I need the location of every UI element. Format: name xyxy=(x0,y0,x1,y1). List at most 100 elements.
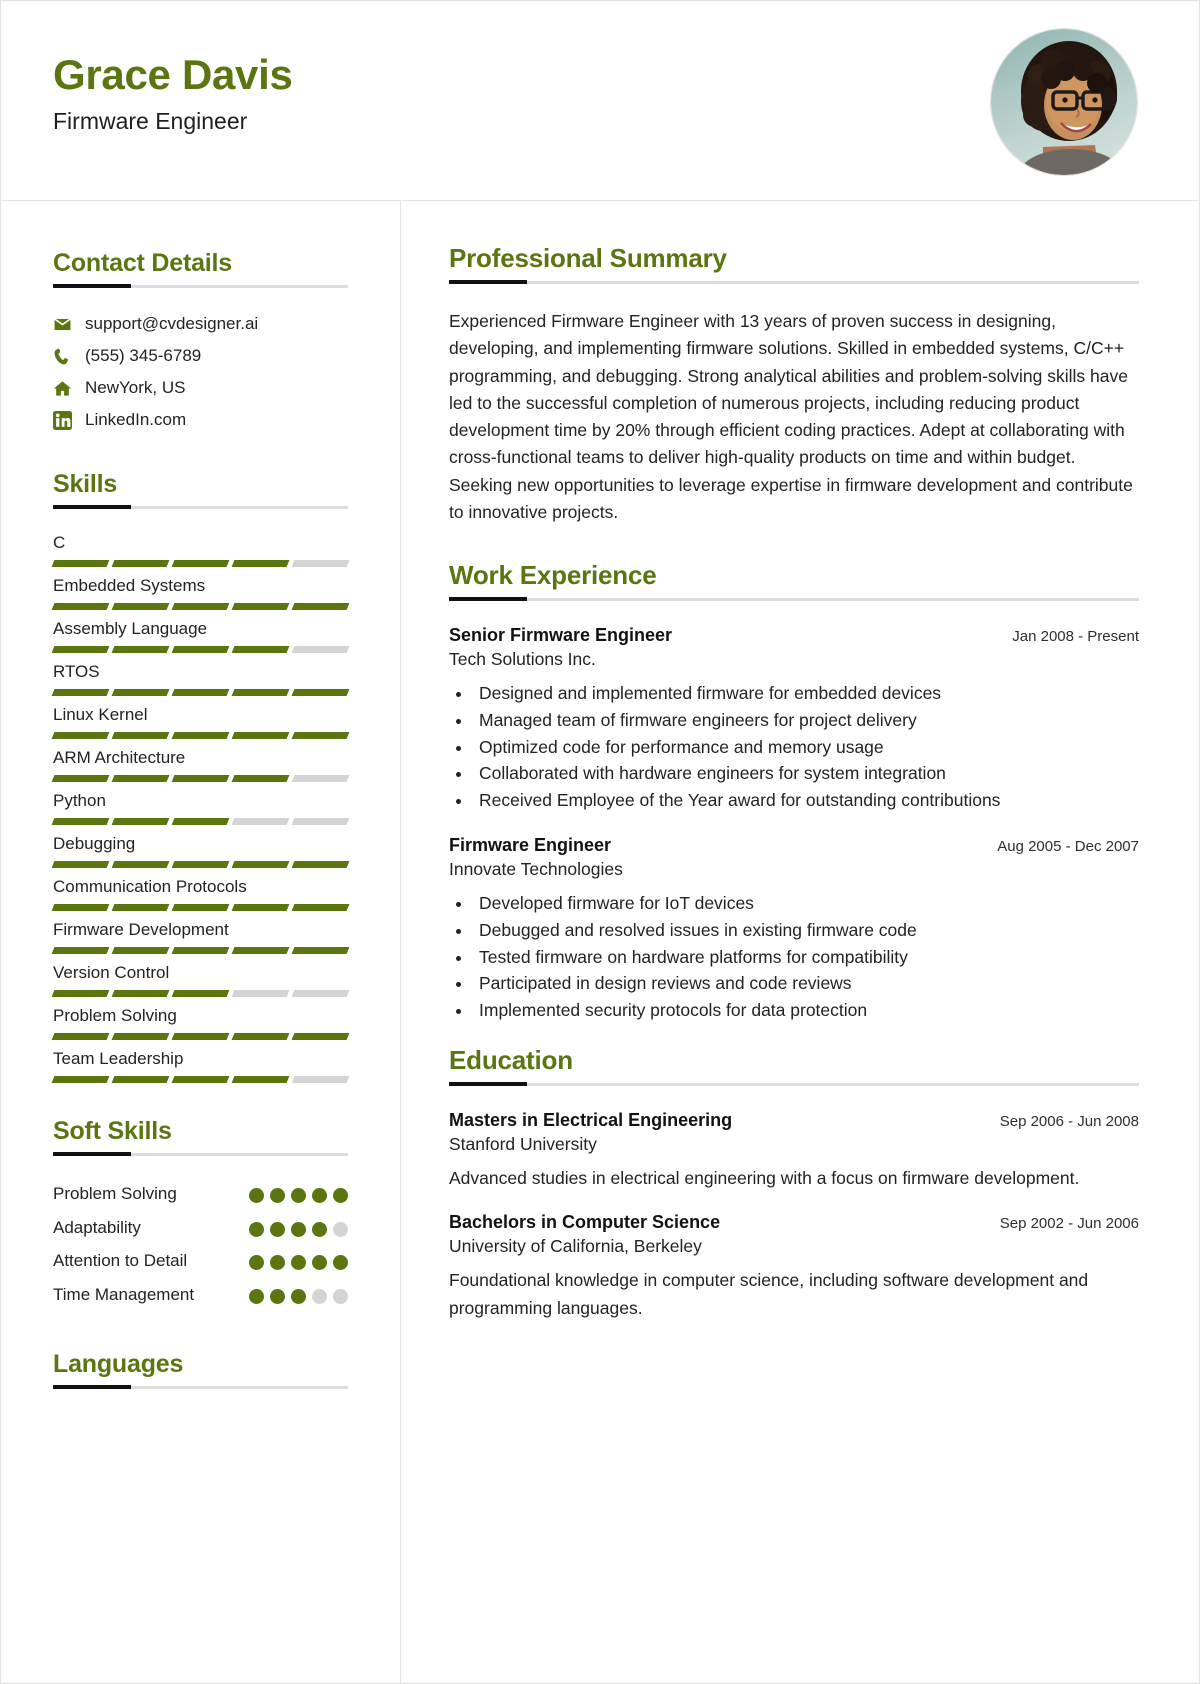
rating-dot xyxy=(291,1255,306,1271)
soft-skill-name: Attention to Detail xyxy=(53,1251,188,1271)
linkedin-icon xyxy=(53,410,79,430)
skill-segment xyxy=(171,1033,230,1040)
contact-email-value: support@cvdesigner.ai xyxy=(85,314,259,333)
education-heading: Education xyxy=(449,1045,573,1076)
rating-dot xyxy=(291,1288,306,1304)
skills-divider xyxy=(53,505,348,509)
skill-level-bar xyxy=(51,603,350,610)
resume-header: Grace Davis Firmware Engineer xyxy=(1,1,1199,201)
education-school: Stanford University xyxy=(449,1134,597,1155)
work-entry-header: Firmware Engineer Aug 2005 - Dec 2007 xyxy=(449,835,1139,856)
contact-heading: Contact Details xyxy=(53,249,232,277)
skill-level-bar xyxy=(51,689,350,696)
skill-level-bar xyxy=(51,947,350,954)
skill-segment xyxy=(231,990,290,997)
work-entry-company: Innovate Technologies xyxy=(449,859,623,880)
skill-segment xyxy=(171,775,230,782)
soft-skills-divider xyxy=(53,1152,348,1156)
rating-dot xyxy=(249,1188,264,1203)
education-entry-header: Bachelors in Computer Science Sep 2002 - … xyxy=(449,1212,1139,1233)
education-date: Sep 2002 - Jun 2006 xyxy=(999,1215,1139,1233)
skill-segment xyxy=(171,818,230,825)
home-icon xyxy=(53,379,79,398)
rating-dot xyxy=(270,1288,285,1304)
skill-segment xyxy=(231,947,290,954)
contact-linkedin-value: LinkedIn.com xyxy=(85,410,187,429)
work-entry: Firmware Engineer Aug 2005 - Dec 2007 Inno… xyxy=(449,835,1139,1023)
rating-dot xyxy=(333,1255,348,1271)
skill-segment xyxy=(51,818,110,825)
soft-skill-rating xyxy=(249,1182,348,1203)
skill-segment xyxy=(111,947,170,954)
work-entries: Senior Firmware Engineer Jan 2008 - Prese… xyxy=(449,625,1139,1023)
work-bullet: Designed and implemented firmware for em… xyxy=(473,680,1139,707)
section-education: Education Masters in Electrical Engineer… xyxy=(449,1045,1139,1321)
skill-level-bar xyxy=(51,1076,350,1083)
skill-level-bar xyxy=(51,646,350,653)
phone-icon xyxy=(53,347,79,366)
education-date: Sep 2006 - Jun 2008 xyxy=(999,1113,1139,1131)
contact-item-location[interactable]: NewYork, US xyxy=(53,378,348,398)
work-bullet: Optimized code for performance and memor… xyxy=(473,734,1139,761)
skill-segment xyxy=(291,947,350,954)
skill-segment xyxy=(51,689,110,696)
skill-segment xyxy=(51,732,110,739)
skill-item: Firmware Development xyxy=(51,920,350,954)
education-entry-header: Masters in Electrical Engineering Sep 200… xyxy=(449,1110,1139,1131)
contact-item-email[interactable]: support@cvdesigner.ai xyxy=(53,314,348,334)
profile-photo-image xyxy=(991,29,1137,175)
skill-segment xyxy=(111,1076,170,1083)
skill-segment xyxy=(231,603,290,610)
skill-item: ARM Architecture xyxy=(51,748,350,782)
resume-page: Grace Davis Firmware Engineer Contact De… xyxy=(0,0,1200,1684)
soft-skill-item: Adaptability xyxy=(53,1216,348,1241)
education-entries: Masters in Electrical Engineering Sep 200… xyxy=(449,1110,1139,1321)
skill-level-bar xyxy=(51,818,350,825)
resume-body: Contact Details support@cvdesigner.ai (5… xyxy=(1,201,1199,1684)
skill-item: Communication Protocols xyxy=(51,877,350,911)
skill-segment xyxy=(51,947,110,954)
skill-name: Python xyxy=(53,791,106,810)
soft-skill-item: Time Management xyxy=(53,1283,348,1308)
rating-dot xyxy=(312,1255,327,1271)
skills-heading: Skills xyxy=(53,470,118,498)
main-content: Professional Summary Experienced Firmwar… xyxy=(401,201,1199,1684)
skill-item: Debugging xyxy=(51,834,350,868)
skill-segment xyxy=(111,1033,170,1040)
rating-dot xyxy=(291,1221,306,1237)
soft-skill-rating xyxy=(249,1283,348,1304)
skill-segment xyxy=(231,646,290,653)
education-divider xyxy=(449,1082,1139,1087)
rating-dot xyxy=(270,1221,285,1237)
work-divider xyxy=(449,597,1139,602)
contact-item-linkedin[interactable]: LinkedIn.com xyxy=(53,410,348,430)
skill-segment xyxy=(231,861,290,868)
skill-segment xyxy=(171,904,230,911)
skills-list: C Embedded Systems Assembly Language RTOS Li… xyxy=(51,533,350,1083)
contact-item-phone[interactable]: (555) 345-6789 xyxy=(53,346,348,366)
skill-name: RTOS xyxy=(53,662,100,681)
soft-skill-name: Problem Solving xyxy=(53,1184,177,1203)
skill-segment xyxy=(171,732,230,739)
skill-segment xyxy=(51,990,110,997)
skill-segment xyxy=(291,560,350,567)
skill-item: Version Control xyxy=(51,963,350,997)
skill-name: Assembly Language xyxy=(53,619,208,638)
skill-name: Embedded Systems xyxy=(53,576,206,595)
skill-segment xyxy=(291,732,350,739)
skill-name: Debugging xyxy=(53,834,136,853)
skill-name: Communication Protocols xyxy=(53,877,247,896)
skill-level-bar xyxy=(51,560,350,567)
skill-segment xyxy=(171,646,230,653)
skill-segment xyxy=(111,603,170,610)
rating-dot xyxy=(333,1288,348,1304)
work-bullet: Developed firmware for IoT devices xyxy=(473,890,1139,917)
skill-item: Team Leadership xyxy=(51,1049,350,1083)
skill-segment xyxy=(231,1076,290,1083)
skill-segment xyxy=(111,646,170,653)
skill-segment xyxy=(231,560,290,567)
section-soft-skills: Soft Skills Problem Solving Adaptability A… xyxy=(53,1117,348,1308)
skill-level-bar xyxy=(51,732,350,739)
soft-skill-rating xyxy=(249,1216,348,1237)
soft-skill-name: Adaptability xyxy=(53,1217,141,1237)
